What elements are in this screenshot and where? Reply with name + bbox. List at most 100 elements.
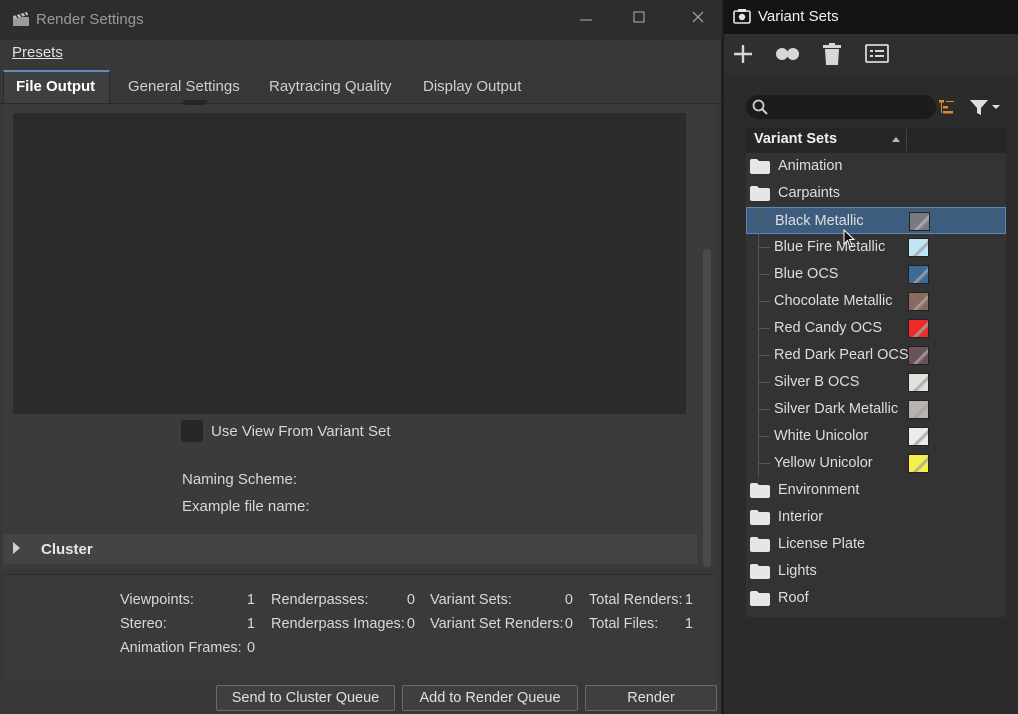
minimize-button[interactable]	[576, 10, 596, 30]
tree-branch-connector	[758, 301, 770, 302]
folder-label: Interior	[778, 509, 824, 525]
tree-folder-row[interactable]: Interior	[746, 504, 1006, 531]
tree-header-label: Variant Sets	[754, 131, 838, 147]
filter-icon[interactable]	[968, 98, 1004, 116]
folder-label: Animation	[778, 158, 843, 174]
cluster-section-header[interactable]: Cluster	[3, 534, 697, 564]
group-icon[interactable]	[774, 42, 800, 66]
tab-bar: File Output General Settings Raytracing …	[0, 70, 722, 104]
render-button[interactable]: Render	[585, 685, 717, 711]
variant-label: Blue Fire Metallic	[774, 239, 886, 255]
material-swatch	[908, 238, 929, 257]
stat-variant-set-renders-label: Variant Set Renders:	[430, 616, 564, 632]
variant-sets-title: Variant Sets	[758, 8, 839, 25]
render-settings-window: Render Settings Presets File Output Gene…	[0, 0, 722, 714]
variant-label: Silver Dark Metallic	[774, 401, 899, 417]
close-button[interactable]	[688, 10, 708, 30]
tree-variant-row[interactable]: Red Dark Pearl OCS	[746, 342, 1006, 369]
tab-general-settings[interactable]: General Settings	[116, 70, 252, 103]
tree-variant-row[interactable]: Blue Fire Metallic	[746, 234, 1006, 261]
expand-arrow-icon[interactable]	[13, 542, 20, 554]
tree-folder-row[interactable]: Roof	[746, 585, 1006, 612]
output-settings-area	[13, 113, 686, 414]
tree-branch-connector	[758, 247, 770, 248]
tree-folder-row[interactable]: Carpaints	[746, 180, 1006, 207]
tree-variant-row[interactable]: Blue OCS	[746, 261, 1006, 288]
stat-total-renders-label: Total Renders:	[589, 592, 683, 608]
tree-column-header[interactable]: Variant Sets	[746, 127, 1006, 153]
tree-variant-row[interactable]: White Unicolor	[746, 423, 1006, 450]
tab-display-output[interactable]: Display Output	[411, 70, 533, 103]
stat-viewpoints-value: 1	[246, 592, 255, 608]
tree-folder-row[interactable]: License Plate	[746, 531, 1006, 558]
tree-variant-row[interactable]: Silver B OCS	[746, 369, 1006, 396]
tree-variant-row[interactable]: Yellow Unicolor	[746, 450, 1006, 477]
folder-icon	[750, 483, 770, 498]
material-swatch	[908, 346, 929, 365]
mouse-cursor-icon	[843, 229, 856, 248]
tree-branch-connector	[758, 328, 770, 329]
stat-variant-set-renders-value: 0	[564, 616, 573, 632]
material-swatch	[908, 400, 929, 419]
variant-label: Black Metallic	[775, 213, 864, 229]
tree-variant-row[interactable]: Red Candy OCS	[746, 315, 1006, 342]
settings-panel-icon[interactable]	[864, 42, 890, 66]
folder-icon	[750, 564, 770, 579]
variant-label: Red Dark Pearl OCS	[774, 347, 909, 363]
tree-branch-connector	[758, 463, 770, 464]
variant-label: Silver B OCS	[774, 374, 860, 390]
camera-icon	[733, 9, 751, 24]
tree-folder-row[interactable]: Lights	[746, 558, 1006, 585]
stat-renderpass-images-value: 0	[406, 616, 415, 632]
menu-presets[interactable]: Presets	[12, 44, 63, 61]
partial-checkbox[interactable]	[183, 100, 207, 105]
search-icon	[752, 99, 768, 115]
maximize-button[interactable]	[629, 10, 649, 30]
material-swatch	[908, 265, 929, 284]
stat-total-files-value: 1	[684, 616, 693, 632]
tree-branch-connector	[758, 409, 770, 410]
use-view-label: Use View From Variant Set	[211, 423, 391, 440]
sort-ascending-icon	[892, 137, 900, 142]
search-field[interactable]	[746, 95, 936, 119]
variant-label: Yellow Unicolor	[774, 455, 873, 471]
material-swatch	[908, 319, 929, 338]
stat-animation-frames-value: 0	[247, 640, 256, 656]
material-swatch	[908, 454, 929, 473]
folder-label: Roof	[778, 590, 809, 606]
stat-renderpasses-value: 0	[406, 592, 415, 608]
delete-icon[interactable]	[819, 42, 845, 66]
cluster-label: Cluster	[41, 541, 93, 558]
material-swatch	[908, 373, 929, 392]
tree-variant-row[interactable]: Silver Dark Metallic	[746, 396, 1006, 423]
variant-label: Chocolate Metallic	[774, 293, 893, 309]
stat-total-renders-value: 1	[684, 592, 693, 608]
menu-bar: Presets	[0, 40, 722, 68]
naming-scheme-label: Naming Scheme:	[182, 471, 298, 488]
window-title: Render Settings	[36, 11, 144, 28]
add-icon[interactable]	[730, 42, 756, 66]
title-bar: Render Settings	[0, 0, 722, 40]
folder-icon	[750, 186, 770, 201]
send-to-cluster-queue-button[interactable]: Send to Cluster Queue	[216, 685, 395, 711]
search-input[interactable]	[774, 97, 924, 117]
variant-sets-panel: Variant Sets Variant Sets Animation Carp…	[724, 0, 1018, 714]
add-to-render-queue-button[interactable]: Add to Render Queue	[402, 685, 578, 711]
folder-icon	[750, 591, 770, 606]
folder-icon	[750, 510, 770, 525]
clapperboard-icon	[13, 12, 29, 26]
tab-raytracing-quality[interactable]: Raytracing Quality	[257, 70, 404, 103]
tree-variant-row[interactable]: Black Metallic	[746, 207, 1006, 235]
tree-view-icon[interactable]	[938, 98, 956, 116]
vertical-scrollbar[interactable]	[703, 249, 711, 567]
use-view-checkbox[interactable]	[181, 420, 203, 442]
tab-file-output[interactable]: File Output	[3, 70, 110, 103]
folder-icon	[750, 159, 770, 174]
tree-folder-row[interactable]: Environment	[746, 477, 1006, 504]
tree-variant-row[interactable]: Chocolate Metallic	[746, 288, 1006, 315]
tree-branch-connector	[758, 274, 770, 275]
stat-renderpasses-label: Renderpasses:	[271, 592, 369, 608]
tree-folder-row[interactable]: Animation	[746, 153, 1006, 180]
variant-label: White Unicolor	[774, 428, 869, 444]
stat-renderpass-images-label: Renderpass Images:	[271, 616, 405, 632]
